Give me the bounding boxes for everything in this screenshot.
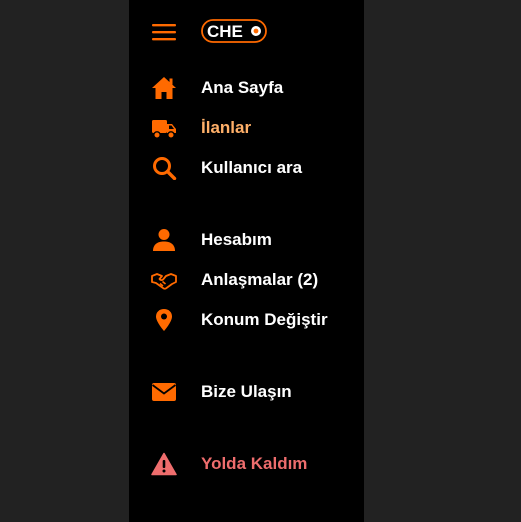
nav-label-stuck-on-road: Yolda Kaldım [201, 454, 308, 473]
envelope-icon [151, 380, 177, 404]
map-pin-icon [151, 308, 177, 332]
nav-label-home: Ana Sayfa [201, 78, 284, 97]
nav-item-contact[interactable]: Bize Ulaşın [129, 374, 364, 410]
truck-icon [151, 116, 177, 140]
nav-item-search-user[interactable]: Kullanıcı ara [129, 150, 364, 186]
nav-item-stuck-on-road[interactable]: Yolda Kaldım [129, 446, 364, 482]
search-icon [151, 156, 177, 180]
warning-icon [151, 452, 177, 476]
user-icon [151, 228, 177, 252]
hamburger-menu-button[interactable] [151, 20, 177, 44]
nav-item-location[interactable]: Konum Değiştir [129, 302, 364, 338]
nav-label-listings: İlanlar [201, 118, 252, 137]
brand-logo-graphic: CHE [201, 19, 267, 43]
nav-label-account: Hesabım [201, 230, 272, 249]
nav-label-contact: Bize Ulaşın [201, 382, 292, 401]
nav-item-home[interactable]: Ana Sayfa [129, 70, 364, 106]
side-drawer: CHE Ana Sayfa İlanlar Kullanıcı ara Hesa… [129, 0, 364, 522]
nav-label-deals: Anlaşmalar (2) [201, 270, 319, 289]
nav-label-location: Konum Değiştir [201, 310, 328, 329]
nav-label-search-user: Kullanıcı ara [201, 158, 303, 177]
svg-text:CHE: CHE [207, 22, 243, 41]
hamburger-icon [152, 24, 176, 41]
nav-item-listings[interactable]: İlanlar [129, 110, 364, 146]
app-screen: CHE Ana Sayfa İlanlar Kullanıcı ara Hesa… [0, 0, 521, 522]
nav-item-deals[interactable]: Anlaşmalar (2) [129, 262, 364, 298]
brand-logo[interactable]: CHE [201, 18, 269, 44]
drawer-header: CHE [129, 0, 364, 62]
nav-item-account[interactable]: Hesabım [129, 222, 364, 258]
home-icon [151, 76, 177, 100]
handshake-icon [151, 268, 177, 292]
